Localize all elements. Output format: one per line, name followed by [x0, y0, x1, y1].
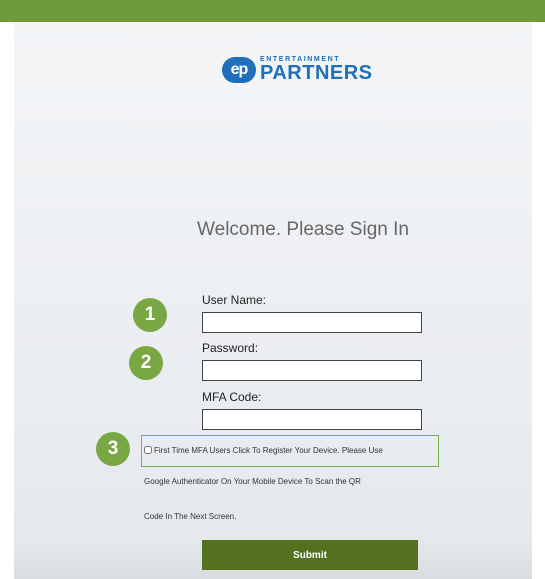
logo-wordmark: ENTERTAINMENT PARTNERS: [260, 56, 373, 83]
register-device-checkbox[interactable]: [144, 446, 152, 454]
entertainment-partners-logo: ep ENTERTAINMENT PARTNERS: [222, 56, 373, 83]
ep-logo-mark: ep: [222, 56, 256, 83]
step-badge-1: 1: [133, 298, 167, 332]
top-accent-bar: [0, 0, 545, 22]
register-device-text-line2: Google Authenticator On Your Mobile Devi…: [144, 477, 361, 486]
login-panel: [14, 22, 532, 579]
mfa-code-label: MFA Code:: [202, 390, 262, 404]
password-input[interactable]: [202, 360, 422, 381]
logo-wordmark-bottom: PARTNERS: [260, 62, 373, 84]
username-label: User Name:: [202, 293, 267, 307]
page-title: Welcome. Please Sign In: [197, 219, 409, 240]
username-input[interactable]: [202, 312, 422, 333]
step-badge-3: 3: [96, 432, 130, 466]
password-label: Password:: [202, 341, 259, 355]
register-device-text-line1: First Time MFA Users Click To Register Y…: [154, 446, 383, 455]
register-device-text-line3: Code In The Next Screen.: [144, 512, 237, 521]
mfa-code-input[interactable]: [202, 409, 422, 430]
submit-button[interactable]: Submit: [202, 540, 418, 570]
step-badge-2: 2: [129, 346, 163, 380]
